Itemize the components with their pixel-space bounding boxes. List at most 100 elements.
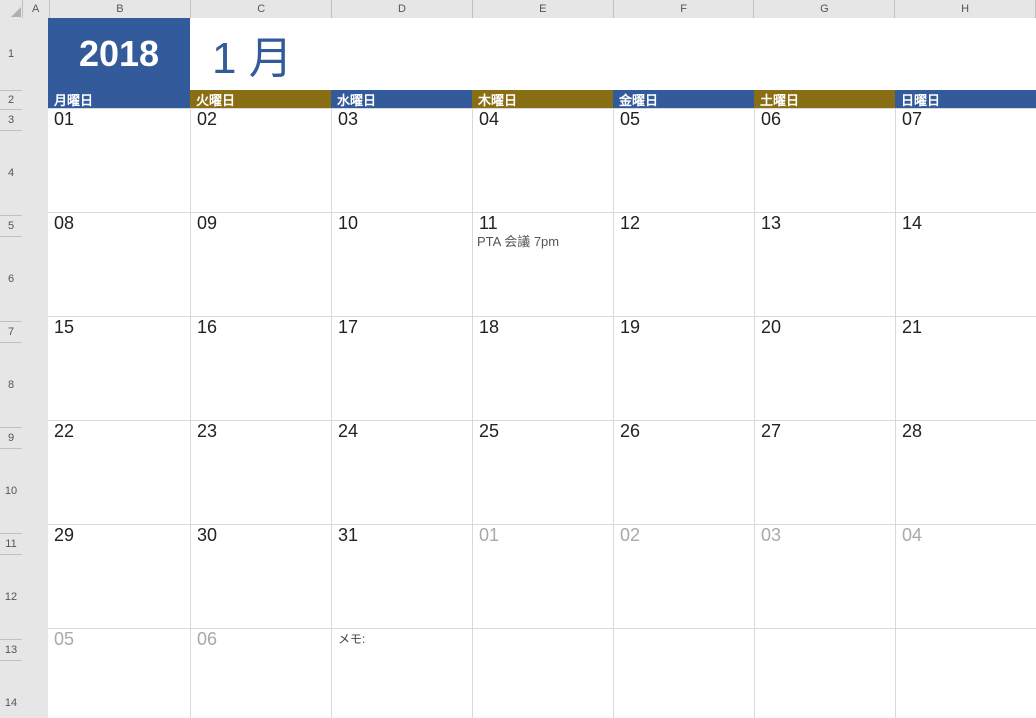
col-header-H[interactable]: H: [895, 0, 1036, 18]
date-cell[interactable]: 10: [331, 212, 472, 232]
date-cell[interactable]: 04: [895, 524, 1036, 544]
note-cell[interactable]: [190, 128, 331, 212]
cell-A2[interactable]: [22, 90, 48, 108]
cell-A11[interactable]: [22, 524, 48, 544]
note-cell[interactable]: [472, 648, 613, 718]
note-cell[interactable]: [331, 544, 472, 628]
note-cell[interactable]: [895, 128, 1036, 212]
note-cell[interactable]: [48, 128, 190, 212]
date-cell[interactable]: 17: [331, 316, 472, 336]
cell-A1[interactable]: [22, 18, 48, 90]
date-cell[interactable]: 18: [472, 316, 613, 336]
row-header-11[interactable]: 11: [0, 534, 22, 555]
row-header-4[interactable]: 4: [0, 131, 22, 216]
row-header-13[interactable]: 13: [0, 640, 22, 661]
note-cell[interactable]: [754, 648, 895, 718]
note-cell[interactable]: [613, 544, 754, 628]
row-header-2[interactable]: 2: [0, 91, 22, 110]
cell-A8[interactable]: [22, 336, 48, 420]
note-cell[interactable]: [190, 544, 331, 628]
weekday-tue[interactable]: 火曜日: [190, 90, 331, 108]
note-cell[interactable]: [754, 128, 895, 212]
date-cell[interactable]: [613, 628, 754, 648]
row-header-7[interactable]: 7: [0, 322, 22, 343]
cell-A6[interactable]: [22, 232, 48, 316]
date-cell[interactable]: 19: [613, 316, 754, 336]
row-header-1[interactable]: 1: [0, 18, 22, 91]
col-header-B[interactable]: B: [50, 0, 192, 18]
date-cell[interactable]: 07: [895, 108, 1036, 128]
note-cell[interactable]: PTA 会議 7pm: [472, 232, 613, 316]
note-cell[interactable]: [754, 440, 895, 524]
note-cell[interactable]: [190, 336, 331, 420]
cell-A9[interactable]: [22, 420, 48, 440]
col-header-G[interactable]: G: [754, 0, 895, 18]
date-cell[interactable]: [895, 628, 1036, 648]
date-cell[interactable]: 12: [613, 212, 754, 232]
cell-A14[interactable]: [22, 648, 48, 718]
note-cell[interactable]: [895, 336, 1036, 420]
memo-label-cell[interactable]: メモ:: [331, 628, 472, 648]
date-cell[interactable]: 01: [472, 524, 613, 544]
row-header-12[interactable]: 12: [0, 555, 22, 640]
weekday-mon[interactable]: 月曜日: [48, 90, 190, 108]
weekday-sun[interactable]: 日曜日: [895, 90, 1036, 108]
note-cell[interactable]: [331, 232, 472, 316]
row-header-10[interactable]: 10: [0, 449, 22, 534]
note-cell[interactable]: [48, 336, 190, 420]
date-cell[interactable]: 21: [895, 316, 1036, 336]
cell-A4[interactable]: [22, 128, 48, 212]
cell-A10[interactable]: [22, 440, 48, 524]
note-cell[interactable]: [895, 232, 1036, 316]
note-cell[interactable]: [472, 440, 613, 524]
col-header-E[interactable]: E: [473, 0, 614, 18]
note-cell[interactable]: [754, 336, 895, 420]
year-cell[interactable]: 2018: [48, 18, 190, 90]
date-cell[interactable]: 11: [472, 212, 613, 232]
month-cell[interactable]: 1 月: [190, 18, 1036, 90]
date-cell[interactable]: 02: [613, 524, 754, 544]
note-cell[interactable]: [613, 336, 754, 420]
row-header-8[interactable]: 8: [0, 343, 22, 428]
date-cell[interactable]: 27: [754, 420, 895, 440]
note-cell[interactable]: [331, 336, 472, 420]
date-cell[interactable]: 09: [190, 212, 331, 232]
date-cell[interactable]: 02: [190, 108, 331, 128]
note-cell[interactable]: [331, 128, 472, 212]
cell-A3[interactable]: [22, 108, 48, 128]
row-header-3[interactable]: 3: [0, 110, 22, 131]
date-cell[interactable]: 20: [754, 316, 895, 336]
note-cell[interactable]: [895, 648, 1036, 718]
weekday-thu[interactable]: 木曜日: [472, 90, 613, 108]
col-header-C[interactable]: C: [191, 0, 332, 18]
date-cell[interactable]: 15: [48, 316, 190, 336]
note-cell[interactable]: [613, 128, 754, 212]
note-cell[interactable]: [613, 648, 754, 718]
col-header-A[interactable]: A: [23, 0, 50, 18]
col-header-F[interactable]: F: [614, 0, 755, 18]
select-all-corner[interactable]: [0, 0, 23, 18]
note-cell[interactable]: [613, 232, 754, 316]
date-cell[interactable]: [754, 628, 895, 648]
note-cell[interactable]: [472, 128, 613, 212]
note-cell[interactable]: [48, 648, 190, 718]
note-cell[interactable]: [331, 648, 472, 718]
row-header-14[interactable]: 14: [0, 661, 22, 718]
date-cell[interactable]: 23: [190, 420, 331, 440]
date-cell[interactable]: 30: [190, 524, 331, 544]
note-cell[interactable]: [754, 544, 895, 628]
note-cell[interactable]: [190, 440, 331, 524]
date-cell[interactable]: 13: [754, 212, 895, 232]
weekday-sat[interactable]: 土曜日: [754, 90, 895, 108]
note-cell[interactable]: [48, 440, 190, 524]
note-cell[interactable]: [48, 544, 190, 628]
date-cell[interactable]: 24: [331, 420, 472, 440]
row-header-5[interactable]: 5: [0, 216, 22, 237]
row-header-6[interactable]: 6: [0, 237, 22, 322]
cell-A5[interactable]: [22, 212, 48, 232]
date-cell[interactable]: 31: [331, 524, 472, 544]
note-cell[interactable]: [472, 336, 613, 420]
date-cell[interactable]: 05: [48, 628, 190, 648]
cell-A12[interactable]: [22, 544, 48, 628]
note-cell[interactable]: [331, 440, 472, 524]
